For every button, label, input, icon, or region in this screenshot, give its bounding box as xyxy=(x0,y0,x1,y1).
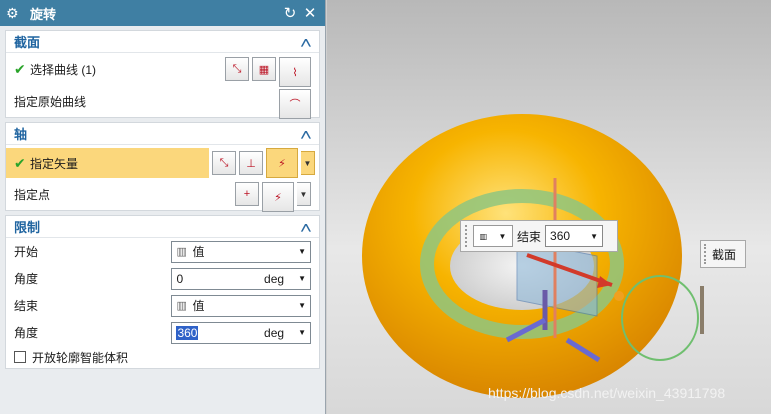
end-angle-label: 角度 xyxy=(14,326,39,340)
checkmark-icon: ✔ xyxy=(14,60,26,77)
chevron-down-icon[interactable]: ▼ xyxy=(590,232,598,241)
open-profile-label: 开放轮廓智能体积 xyxy=(32,350,129,365)
limits-group-header[interactable]: 限制 ⋀ xyxy=(6,216,319,238)
specify-vector-row[interactable]: ✔ 指定矢量 xyxy=(6,148,209,178)
axis-group-header[interactable]: 轴 ⋀ xyxy=(6,123,319,145)
curve-rule-icon[interactable]: ⤡ xyxy=(225,57,249,81)
point-dropdown-icon[interactable]: ▼ xyxy=(297,182,311,206)
specify-point-label: 指定点 xyxy=(14,187,51,202)
end-row: 结束 ▥ 值 ▼ xyxy=(6,292,319,319)
torus-scene xyxy=(362,114,704,398)
reverse-direction-icon[interactable]: ⤡ xyxy=(212,151,236,175)
open-profile-row[interactable]: 开放轮廓智能体积 xyxy=(6,346,319,368)
reset-icon[interactable]: ↻ xyxy=(281,4,299,22)
axis-group: 轴 ⋀ ✔ 指定矢量 ⤡ ⊥ ⚡ ▼ 指定点 + ⚡ ▼ xyxy=(5,122,320,212)
axis-group-title: 轴 xyxy=(14,127,28,142)
watermark-text: https://blog.csdn.net/weixin_43911798 xyxy=(488,385,726,401)
select-curve-label: 选择曲线 (1) xyxy=(30,62,97,77)
float-end-value-select[interactable]: 360 ▼ xyxy=(545,225,604,247)
value-icon: ▥ xyxy=(176,246,187,258)
chevron-down-icon[interactable]: ▼ xyxy=(298,247,306,256)
graphics-viewport[interactable] xyxy=(327,0,771,414)
open-profile-checkbox[interactable] xyxy=(14,351,26,363)
start-label: 开始 xyxy=(14,245,39,259)
floating-end-input: ▥ ▼ 结束 360 ▼ xyxy=(460,220,618,252)
section-group: 截面 ⋀ ✔ 选择曲线 (1) ⤡ ▦ ⌇ 指定原始曲线 ⌒ xyxy=(5,30,320,119)
chevron-down-icon[interactable]: ▼ xyxy=(298,274,306,283)
start-angle-unit: deg xyxy=(264,271,285,286)
end-angle-unit: deg xyxy=(264,325,285,340)
drag-handle-icon[interactable] xyxy=(704,244,708,264)
chevron-down-icon[interactable]: ▼ xyxy=(298,301,306,310)
select-curve-row[interactable]: ✔ 选择曲线 (1) ⤡ ▦ ⌇ xyxy=(6,53,319,87)
chevron-up-icon[interactable]: ⋀ xyxy=(301,129,311,139)
value-icon: ▥ xyxy=(479,231,488,241)
limits-group: 限制 ⋀ 开始 ▥ 值 ▼ 角度 0 deg ▼ 结束 ▥ 值 ▼ 角度 360… xyxy=(5,215,320,369)
inferred-point-icon[interactable]: ⚡ xyxy=(262,182,294,212)
point-dialog-icon[interactable]: + xyxy=(235,182,259,206)
section-tag[interactable]: 截面 xyxy=(700,240,746,268)
origin-point xyxy=(614,291,624,301)
drag-handle-icon[interactable] xyxy=(465,225,469,247)
start-angle-row: 角度 0 deg ▼ xyxy=(6,265,319,292)
vector-dialog-icon[interactable]: ⊥ xyxy=(239,151,263,175)
chevron-up-icon[interactable]: ⋀ xyxy=(301,37,311,47)
start-angle-input[interactable]: 0 deg ▼ xyxy=(171,267,311,290)
checkmark-icon: ✔ xyxy=(14,154,26,171)
inferred-vector-icon[interactable]: ⚡ xyxy=(266,148,298,178)
start-row: 开始 ▥ 值 ▼ xyxy=(6,238,319,265)
specify-original-curve-label: 指定原始曲线 xyxy=(14,94,87,109)
section-tag-label: 截面 xyxy=(712,247,737,262)
chevron-down-icon[interactable]: ▼ xyxy=(498,232,506,241)
vector-dropdown-icon[interactable]: ▼ xyxy=(301,151,315,175)
gear-icon[interactable]: ⚙ xyxy=(6,5,24,22)
vector-tools: ⤡ ⊥ ⚡ ▼ xyxy=(212,148,319,178)
end-select[interactable]: ▥ 值 ▼ xyxy=(171,294,311,317)
dialog-title: 旋转 xyxy=(30,6,57,22)
section-group-title: 截面 xyxy=(14,35,41,50)
end-angle-value: 360 xyxy=(176,325,199,340)
specify-point-row[interactable]: 指定点 + ⚡ ▼ xyxy=(6,178,319,212)
end-label: 结束 xyxy=(14,299,39,313)
value-icon: ▥ xyxy=(176,300,187,312)
dialog-titlebar: ⚙ 旋转 ↻ ✕ xyxy=(0,0,325,26)
end-angle-input[interactable]: 360 deg ▼ xyxy=(171,321,311,344)
limits-group-title: 限制 xyxy=(14,220,41,235)
specify-vector-label: 指定矢量 xyxy=(30,156,79,171)
sketch-icon[interactable]: ▦ xyxy=(252,57,276,81)
section-group-header[interactable]: 截面 ⋀ xyxy=(6,31,319,53)
specify-original-curve-row[interactable]: 指定原始曲线 ⌒ xyxy=(6,85,319,119)
close-icon[interactable]: ✕ xyxy=(301,4,319,22)
end-angle-row: 角度 360 deg ▼ xyxy=(6,319,319,346)
start-select-value: 值 xyxy=(192,245,205,259)
chevron-up-icon[interactable]: ⋀ xyxy=(301,222,311,232)
value-type-select[interactable]: ▥ ▼ xyxy=(473,225,513,247)
start-angle-label: 角度 xyxy=(14,272,39,286)
end-select-value: 值 xyxy=(192,299,205,313)
float-end-label: 结束 xyxy=(517,229,542,244)
start-angle-value: 0 xyxy=(176,271,184,286)
chevron-down-icon[interactable]: ▼ xyxy=(298,328,306,337)
start-select[interactable]: ▥ 值 ▼ xyxy=(171,240,311,263)
section-sketch-icon[interactable]: ⌇ xyxy=(279,57,311,87)
float-end-value: 360 xyxy=(550,229,571,243)
revolve-dialog: ⚙ 旋转 ↻ ✕ 截面 ⋀ ✔ 选择曲线 (1) ⤡ ▦ ⌇ 指定原始曲线 ⌒ xyxy=(0,0,326,414)
original-curve-icon[interactable]: ⌒ xyxy=(279,89,311,119)
